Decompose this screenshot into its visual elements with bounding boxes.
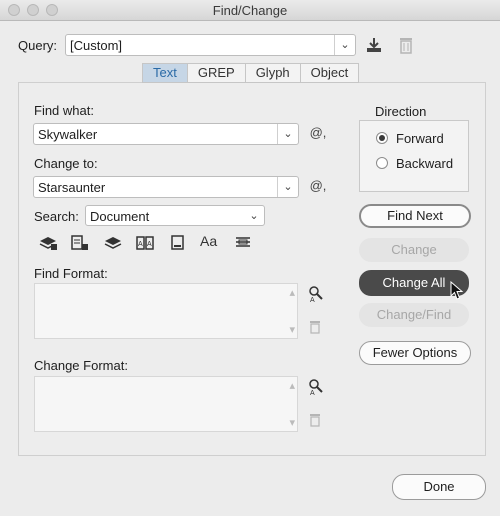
find-format-label: Find Format: [34,266,108,281]
mouse-cursor-icon [450,281,464,300]
trash-icon [400,38,412,54]
case-sensitive-icon[interactable]: Aa [200,233,217,249]
window-title: Find/Change [212,3,288,18]
search-options-row: A A Aa [38,233,263,252]
forward-radio[interactable] [376,132,388,144]
find-what-value: Skywalker [38,127,98,142]
chevron-down-icon: ⌄ [334,35,355,55]
master-pages-icon[interactable]: A A [135,234,155,252]
query-label: Query: [18,38,58,53]
change-format-label: Change Format: [34,358,128,373]
scroll-up-icon: ▴ [289,380,295,392]
svg-text:A: A [147,241,152,248]
hidden-layers-icon[interactable] [103,234,123,252]
chevron-down-icon: ⌄ [249,210,259,222]
special-characters-change-icon[interactable]: @, [307,178,329,193]
search-label: Search: [34,209,79,224]
tab-bar: Text GREP Glyph Object [142,63,360,83]
backward-label[interactable]: Backward [396,156,453,171]
forward-label[interactable]: Forward [396,131,444,146]
change-to-field[interactable]: Starsaunter ⌄ [33,176,299,198]
locked-layers-icon[interactable] [38,234,58,252]
find-format-area[interactable]: ▴ ▾ [34,283,298,339]
change-to-value: Starsaunter [38,180,106,195]
specify-find-format-icon[interactable]: A [307,285,325,303]
tab-glyph[interactable]: Glyph [246,64,301,82]
scroll-down-icon: ▾ [289,417,295,429]
delete-query-button[interactable] [398,36,414,54]
search-value: Document [90,209,150,224]
svg-text:A: A [138,241,143,248]
fewer-options-button[interactable]: Fewer Options [359,341,471,365]
done-button[interactable]: Done [392,474,486,500]
scroll-up-icon: ▴ [289,287,295,299]
specify-change-format-icon[interactable]: A [307,378,325,396]
direction-label: Direction [373,104,429,119]
special-characters-find-icon[interactable]: @, [307,125,329,140]
search-dropdown[interactable]: Document ⌄ [85,205,265,226]
change-find-button[interactable]: Change/Find [359,303,469,327]
save-query-button[interactable] [364,36,384,54]
change-to-label: Change to: [34,156,98,171]
svg-text:A: A [310,297,315,303]
clear-change-format-icon[interactable] [308,413,322,427]
change-format-area[interactable]: ▴ ▾ [34,376,298,432]
change-button[interactable]: Change [359,238,469,262]
tab-object[interactable]: Object [301,64,359,82]
whole-word-icon[interactable] [233,234,253,252]
scroll-down-icon: ▾ [289,324,295,336]
tab-grep[interactable]: GREP [188,64,246,82]
query-dropdown[interactable]: [Custom] ⌄ [65,34,356,56]
chevron-down-icon[interactable]: ⌄ [277,124,298,144]
download-icon [367,38,381,52]
tab-text[interactable]: Text [143,64,188,82]
locked-stories-icon[interactable] [70,234,90,252]
find-what-field[interactable]: Skywalker ⌄ [33,123,299,145]
backward-radio[interactable] [376,157,388,169]
find-what-label: Find what: [34,103,94,118]
find-next-button[interactable]: Find Next [359,204,471,228]
chevron-down-icon[interactable]: ⌄ [277,177,298,197]
clear-find-format-icon[interactable] [308,320,322,334]
footnotes-icon[interactable] [168,234,188,252]
query-value: [Custom] [70,38,123,53]
svg-text:A: A [310,390,315,396]
